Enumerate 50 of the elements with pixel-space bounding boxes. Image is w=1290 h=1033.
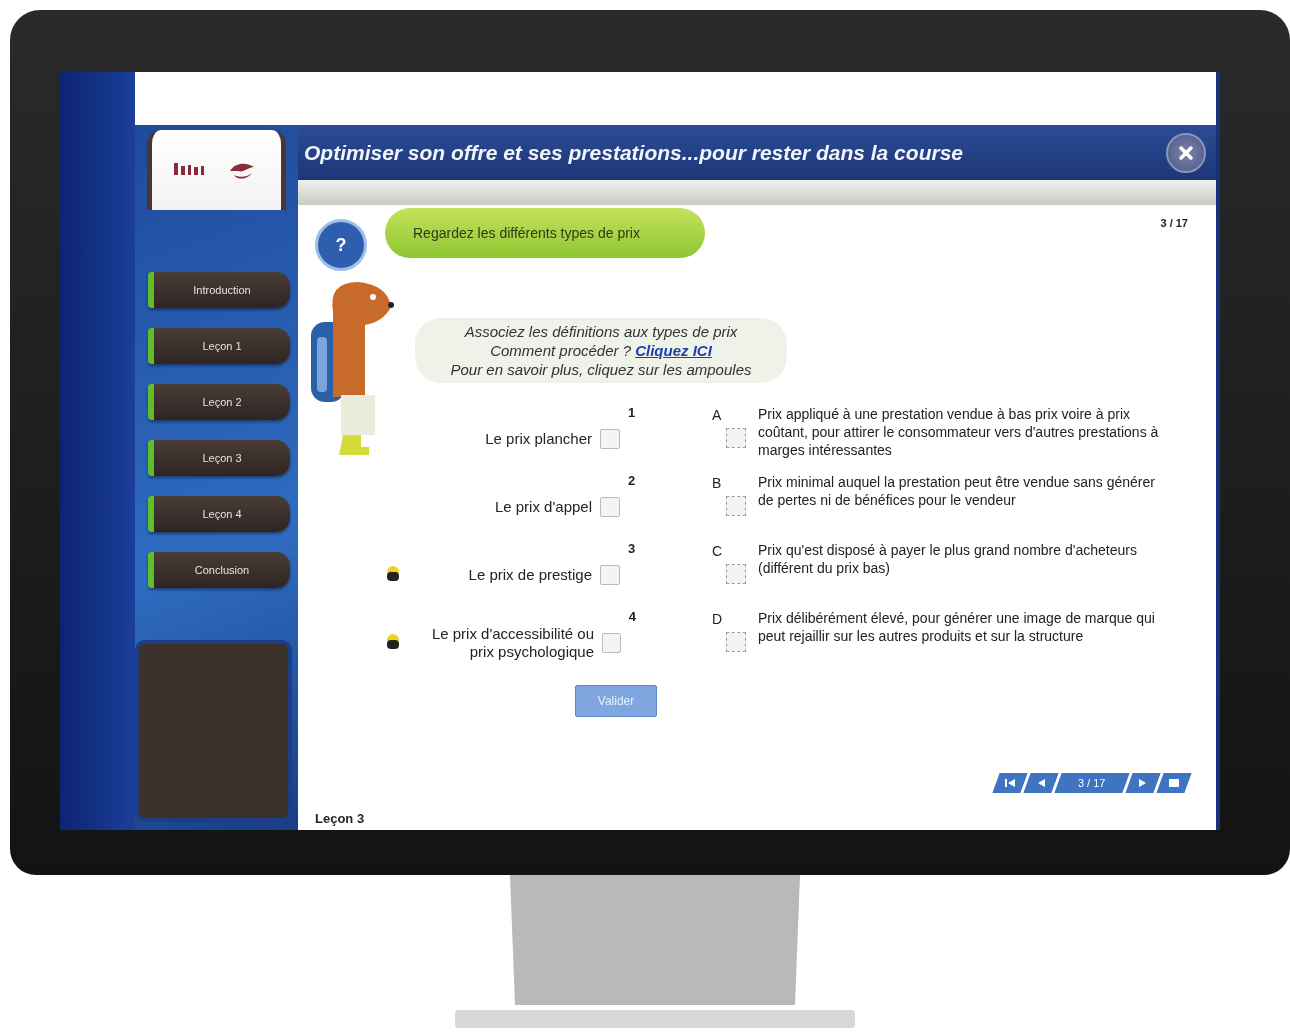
exit-button[interactable]: [1156, 773, 1192, 793]
course-title: Optimiser son offre et ses prestations...pour rester dans la course: [304, 139, 963, 166]
lightbulb-icon[interactable]: [385, 566, 401, 584]
answer-box[interactable]: [600, 429, 620, 449]
definition-letter: D: [712, 610, 724, 629]
definition-text: Prix délibérément élevé, pour générer une image de marque qui peut rejaillir sur les autres produits et sur la structure: [758, 609, 1156, 646]
menu-button[interactable]: Introduction: [148, 272, 290, 308]
menu-button[interactable]: Leçon 4: [148, 496, 290, 532]
term-label: Le prix de prestige: [468, 566, 592, 584]
first-page-button[interactable]: [992, 773, 1029, 793]
answer-box[interactable]: [600, 497, 620, 517]
definition-letter: B: [712, 474, 723, 493]
term-number: 4: [628, 608, 638, 626]
definition-text: Prix minimal auquel la prestation peut être vendue sans générer de pertes ni de bénéfices pour le vendeur: [758, 473, 1156, 510]
previous-button[interactable]: [1023, 773, 1060, 793]
menu-button[interactable]: Leçon 2: [148, 384, 290, 420]
answer-box[interactable]: [602, 633, 621, 653]
menu-button[interactable]: Leçon 1: [148, 328, 290, 364]
answer-box[interactable]: [726, 496, 746, 516]
term-label: Le prix d'accessibilité ou prix psychologique: [430, 625, 594, 661]
first-page-icon: [1004, 778, 1017, 788]
instruction-text: Associez les définitions aux types de prix: [463, 322, 739, 341]
answer-box[interactable]: [600, 565, 620, 585]
definition-text: Prix qu'est disposé à payer le plus grand nombre d'acheteurs (différent du prix bas): [758, 541, 1138, 578]
term-label: Le prix d'appel: [494, 498, 592, 516]
close-button[interactable]: [1166, 132, 1206, 173]
help-button[interactable]: ?: [315, 219, 367, 271]
term-number: 2: [628, 472, 637, 490]
lesson-label: Leçon 3: [315, 809, 366, 828]
answer-box[interactable]: [726, 564, 746, 584]
definition-letter: A: [712, 406, 723, 425]
lightbulb-icon[interactable]: [385, 634, 401, 652]
exit-icon: [1168, 778, 1180, 788]
term-number: 1: [628, 404, 637, 422]
page-indicator: 3 / 17: [1054, 773, 1130, 793]
instruction-text: Pour en savoir plus, cliquez sur les ampoules: [449, 360, 753, 379]
next-button[interactable]: [1125, 773, 1161, 793]
menu-button[interactable]: Conclusion: [148, 552, 290, 588]
definition-letter: C: [712, 542, 724, 561]
speech-bubble: Regardez les différents types de prix: [385, 208, 705, 258]
page-counter: 3 / 17: [1160, 216, 1188, 231]
definition-text: Prix appliqué à une prestation vendue à bas prix voire à prix coûtant, pour attirer le consommateur vers d'autres prestations à marges intéressantes: [758, 405, 1160, 460]
help-link[interactable]: Cliquez ICI: [635, 342, 712, 359]
menu-button[interactable]: Leçon 3: [148, 440, 290, 476]
term-number: 3: [628, 540, 637, 558]
instruction-text: Comment procéder ?: [490, 342, 632, 359]
answer-box[interactable]: [726, 428, 746, 448]
answer-box[interactable]: [726, 632, 746, 652]
term-label: Le prix plancher: [485, 430, 592, 448]
close-icon: [1178, 144, 1194, 161]
